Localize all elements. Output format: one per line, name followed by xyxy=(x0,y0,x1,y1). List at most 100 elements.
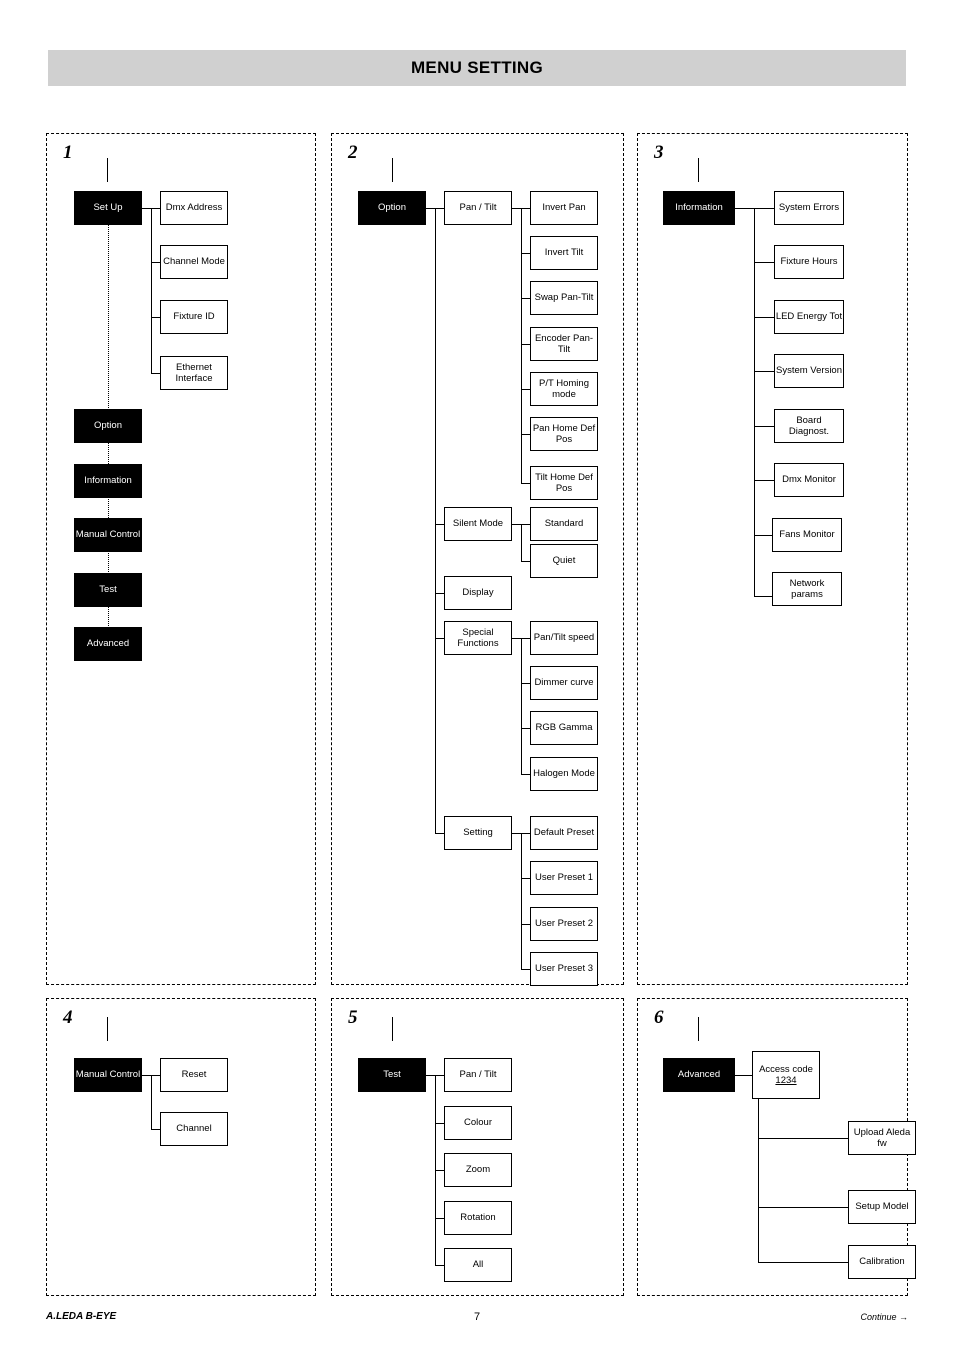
panel-2-pt-stub-7 xyxy=(521,483,530,484)
footer-continue-link[interactable]: Continue → xyxy=(860,1312,908,1322)
node-fans-monitor[interactable]: Fans Monitor xyxy=(772,518,842,552)
node-information-root[interactable]: Information xyxy=(663,191,735,225)
panel-2-l2-stub-5 xyxy=(435,833,444,834)
node-dimmer-curve[interactable]: Dimmer curve xyxy=(530,666,598,700)
node-test-root[interactable]: Test xyxy=(358,1058,426,1092)
node-silent-mode[interactable]: Silent Mode xyxy=(444,507,512,541)
node-ethernet-interface-label: Ethernet Interface xyxy=(175,361,213,385)
node-information-label: Information xyxy=(84,475,132,487)
node-setting[interactable]: Setting xyxy=(444,816,512,850)
node-test-zoom[interactable]: Zoom xyxy=(444,1153,512,1187)
node-channel-label: Channel xyxy=(176,1123,212,1135)
node-setup-model[interactable]: Setup Model xyxy=(848,1190,916,1224)
node-special-functions-label: Special Functions xyxy=(457,626,499,650)
node-standard[interactable]: Standard xyxy=(530,507,598,541)
panel-2-sf-stub-2 xyxy=(521,683,530,684)
node-pan-tilt[interactable]: Pan / Tilt xyxy=(444,191,512,225)
node-test-colour[interactable]: Colour xyxy=(444,1106,512,1140)
node-invert-tilt[interactable]: Invert Tilt xyxy=(530,236,598,270)
node-reset[interactable]: Reset xyxy=(160,1058,228,1092)
panel-2-sf-stub-3 xyxy=(521,728,530,729)
node-test-all[interactable]: All xyxy=(444,1248,512,1282)
node-test-zoom-label: Zoom xyxy=(465,1164,491,1176)
panel-5: 5 Test Pan / Tilt Colour Zoom Rotation A… xyxy=(331,998,624,1296)
node-tilt-home-def-pos[interactable]: Tilt Home Def Pos xyxy=(530,466,598,500)
node-display[interactable]: Display xyxy=(444,576,512,610)
node-user-preset-3[interactable]: User Preset 3 xyxy=(530,952,598,986)
panel-2-pt-stub-4 xyxy=(521,344,530,345)
node-user-preset-3-label: User Preset 3 xyxy=(534,963,594,975)
node-test[interactable]: Test xyxy=(74,573,142,607)
node-network-params[interactable]: Network params xyxy=(772,572,842,606)
node-dmx-address[interactable]: Dmx Address xyxy=(160,191,228,225)
node-invert-pan-label: Invert Pan xyxy=(542,202,586,214)
node-led-energy-tot[interactable]: LED Energy Tot xyxy=(774,300,844,334)
node-set-up[interactable]: Set Up xyxy=(74,191,142,225)
node-test-all-label: All xyxy=(472,1259,484,1271)
panel-4: 4 Manual Control Reset Channel xyxy=(46,998,316,1296)
node-user-preset-1-label: User Preset 1 xyxy=(534,872,594,884)
node-ethernet-interface[interactable]: Ethernet Interface xyxy=(160,356,228,390)
node-rgb-gamma[interactable]: RGB Gamma xyxy=(530,711,598,745)
node-test-root-label: Test xyxy=(383,1069,401,1081)
panel-4-trunk xyxy=(151,1075,152,1129)
panel-2-pt-stub-5 xyxy=(521,389,530,390)
panel-2-l2-stub-4 xyxy=(435,638,444,639)
panel-6-number: 6 xyxy=(654,1007,664,1028)
node-calibration[interactable]: Calibration xyxy=(848,1245,916,1279)
node-dmx-monitor-label: Dmx Monitor xyxy=(782,474,836,486)
node-dmx-monitor[interactable]: Dmx Monitor xyxy=(774,463,844,497)
node-fixture-hours[interactable]: Fixture Hours xyxy=(774,245,844,279)
panel-1-root-stem xyxy=(107,158,108,182)
page-header: MENU SETTING xyxy=(48,50,906,86)
panel-2-sm-stub-1 xyxy=(521,524,530,525)
node-advanced-root[interactable]: Advanced xyxy=(663,1058,735,1092)
node-user-preset-1[interactable]: User Preset 1 xyxy=(530,861,598,895)
node-special-functions[interactable]: Special Functions xyxy=(444,621,512,655)
panel-5-stub-1 xyxy=(435,1075,444,1076)
node-reset-label: Reset xyxy=(181,1069,207,1081)
node-encoder-pan-tilt[interactable]: Encoder Pan-Tilt xyxy=(530,327,598,361)
node-test-rotation[interactable]: Rotation xyxy=(444,1201,512,1235)
node-pan-home-def-pos[interactable]: Pan Home Def Pos xyxy=(530,417,598,451)
node-pt-homing-mode[interactable]: P/T Homing mode xyxy=(530,372,598,406)
page-title: MENU SETTING xyxy=(410,58,544,77)
node-default-preset[interactable]: Default Preset xyxy=(530,816,598,850)
node-board-diagnost[interactable]: Board Diagnost. xyxy=(774,409,844,443)
panel-1-number: 1 xyxy=(63,142,73,163)
node-advanced[interactable]: Advanced xyxy=(74,627,142,661)
panel-3-stub-7 xyxy=(754,535,774,536)
panel-3-stub-3 xyxy=(754,317,774,318)
node-system-version-label: System Version xyxy=(776,365,842,377)
panel-1-child-trunk xyxy=(151,208,152,373)
panel-2-pt-stub-2 xyxy=(521,253,530,254)
node-information[interactable]: Information xyxy=(74,464,142,498)
node-halogen-mode[interactable]: Halogen Mode xyxy=(530,757,598,791)
node-user-preset-2[interactable]: User Preset 2 xyxy=(530,907,598,941)
panel-6-trunk xyxy=(758,1099,759,1262)
node-channel-mode[interactable]: Channel Mode xyxy=(160,245,228,279)
node-quiet[interactable]: Quiet xyxy=(530,544,598,578)
node-display-label: Display xyxy=(462,587,494,599)
panel-4-number: 4 xyxy=(63,1007,73,1028)
node-default-preset-label: Default Preset xyxy=(533,827,595,839)
node-access-code[interactable]: Access code 1234 xyxy=(752,1051,820,1099)
node-channel[interactable]: Channel xyxy=(160,1112,228,1146)
node-manual-control-root[interactable]: Manual Control xyxy=(74,1058,142,1092)
node-invert-pan[interactable]: Invert Pan xyxy=(530,191,598,225)
node-system-errors[interactable]: System Errors xyxy=(774,191,844,225)
node-option-root[interactable]: Option xyxy=(358,191,426,225)
node-pan-tilt-speed-label: Pan/Tilt speed xyxy=(533,632,595,644)
node-pan-tilt-speed[interactable]: Pan/Tilt speed xyxy=(530,621,598,655)
node-system-version[interactable]: System Version xyxy=(774,354,844,388)
node-option[interactable]: Option xyxy=(74,409,142,443)
node-board-diagnost-label: Board Diagnost. xyxy=(788,414,830,438)
node-upload-aleda-fw[interactable]: Upload Aleda fw xyxy=(848,1121,916,1155)
panel-3-stub-5 xyxy=(754,426,774,427)
node-manual-control[interactable]: Manual Control xyxy=(74,518,142,552)
node-fixture-id[interactable]: Fixture ID xyxy=(160,300,228,334)
node-test-pan-tilt[interactable]: Pan / Tilt xyxy=(444,1058,512,1092)
node-standard-label: Standard xyxy=(544,518,584,530)
node-swap-pan-tilt[interactable]: Swap Pan-Tilt xyxy=(530,281,598,315)
node-invert-tilt-label: Invert Tilt xyxy=(544,247,584,259)
